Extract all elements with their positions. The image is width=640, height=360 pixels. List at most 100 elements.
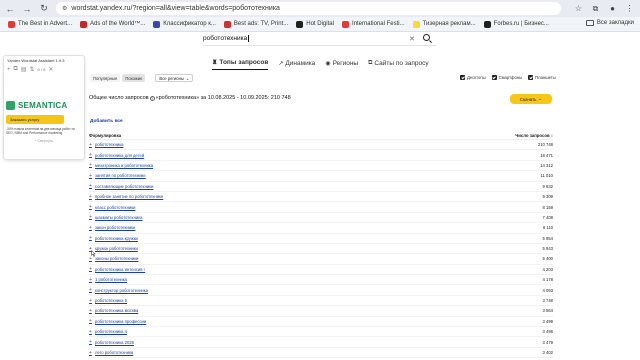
reload-icon[interactable]: ↻ — [37, 2, 51, 16]
add-phrase-icon[interactable]: + — [89, 162, 92, 168]
device-checkbox[interactable]: Планшеты — [528, 75, 556, 80]
phrase-link[interactable]: робототехника кружки — [95, 236, 138, 241]
bookmark-label: Тизерная реклам... — [422, 21, 476, 27]
phrase-link[interactable]: занятия по робототехнике — [95, 173, 146, 178]
phrase-link[interactable]: кружок робототехники — [95, 246, 138, 251]
all-bookmarks-label: Все закладки — [596, 20, 634, 26]
bookmark-item[interactable]: International Festi... — [341, 20, 405, 28]
bookmark-item[interactable]: Классификатор к... — [153, 20, 216, 28]
device-checkbox[interactable]: Десктопы — [460, 75, 486, 80]
tab-item[interactable]: ↗ Динамика — [278, 58, 315, 70]
add-phrase-icon[interactable]: + — [89, 318, 92, 324]
extensions-icon[interactable]: ⧉ — [589, 2, 602, 15]
menu-icon[interactable]: ⋮ — [623, 2, 636, 15]
phrase-link[interactable]: робототехника для детей — [95, 153, 144, 158]
count-cell: 3 498 — [542, 329, 553, 335]
add-phrase-icon[interactable]: + — [89, 287, 92, 293]
phrase-cell: + законы робототехники — [89, 256, 138, 262]
tab-label: Топы запросов — [219, 59, 269, 66]
phrase-link[interactable]: робототехника — [95, 142, 124, 147]
star-icon[interactable]: ☆ — [572, 2, 585, 15]
semantica-ad[interactable]: SEMANTICA Заказать услугу -30% новым кли… — [6, 101, 82, 156]
ad-description: -30% новым клиентам на две месяца работ … — [6, 127, 76, 135]
count-cell: 4 093 — [542, 287, 553, 293]
help-icon[interactable]: ? — [149, 95, 155, 101]
tab-label: Сайты по запросу — [374, 59, 429, 67]
add-phrase-icon[interactable]: + — [89, 173, 92, 179]
bookmark-item[interactable]: Hot Digital — [296, 20, 334, 28]
table-row: + робототехника профессии 3 499 — [89, 317, 553, 328]
search-icon[interactable] — [423, 34, 430, 41]
popular-filter[interactable]: Популярные — [90, 74, 121, 82]
add-icon[interactable]: + — [7, 67, 11, 73]
add-phrase-icon[interactable]: + — [89, 329, 92, 335]
region-select[interactable]: Все регионы ⌄ — [155, 74, 194, 82]
tab-item[interactable]: ◉ Регионы — [325, 58, 358, 70]
add-phrase-icon[interactable]: + — [89, 266, 92, 272]
bookmark-item[interactable]: Forbes.ru | Бизнес... — [483, 20, 549, 28]
sort-icon[interactable]: ⇅ — [29, 66, 34, 73]
col-count-header[interactable]: Число запросов ↕ — [515, 133, 553, 139]
phrase-link[interactable]: робототехника 4 — [95, 329, 127, 334]
bookmark-item[interactable]: Тизерная реклам... — [412, 20, 476, 28]
bookmark-item[interactable]: Best ads: TV, Print... — [223, 20, 288, 28]
table-row: + класс робототехники 8 159 — [89, 202, 553, 213]
add-phrase-icon[interactable]: + — [89, 350, 92, 356]
forward-icon[interactable]: → — [20, 2, 34, 16]
add-phrase-icon[interactable]: + — [89, 277, 92, 283]
add-phrase-icon[interactable]: + — [89, 152, 92, 158]
phrase-link[interactable]: конструктор робототехника — [95, 288, 148, 293]
phrase-link[interactable]: законы робототехники — [95, 256, 138, 261]
phrase-link[interactable]: составляющие робототехники — [95, 184, 153, 189]
add-phrase-icon[interactable]: + — [89, 308, 92, 314]
add-phrase-icon[interactable]: + — [89, 298, 92, 304]
add-phrase-icon[interactable]: + — [89, 183, 92, 189]
add-phrase-icon[interactable]: + — [89, 142, 92, 148]
device-label: Смартфоны — [498, 75, 523, 80]
phrase-link[interactable]: робототехника профессии — [95, 319, 146, 324]
site-info-icon[interactable]: ⚙ — [62, 5, 67, 12]
add-phrase-icon[interactable]: + — [89, 204, 92, 210]
tab-item[interactable]: ⧉ Сайты по запросу — [368, 58, 429, 70]
bookmark-item[interactable]: The Best in Advert... — [8, 20, 72, 28]
phrase-link[interactable]: лего робототехника — [95, 350, 133, 355]
add-phrase-icon[interactable]: + — [89, 235, 92, 241]
phrase-link[interactable]: робототехника москва — [95, 308, 138, 313]
add-phrase-icon[interactable]: + — [89, 214, 92, 220]
copy-icon[interactable]: ⧉ — [14, 66, 18, 73]
phrase-link[interactable]: закон робототехники — [95, 225, 135, 230]
add-phrase-icon[interactable]: + — [89, 194, 92, 200]
download-button[interactable]: Скачать ⌄ — [510, 94, 552, 104]
search-input[interactable]: робототехника ✕ — [203, 32, 436, 46]
device-checkbox[interactable]: Смартфоны — [491, 75, 523, 80]
order-service-button[interactable]: Заказать услугу — [6, 115, 64, 124]
phrase-cell: + занятия по робототехнике — [89, 173, 146, 179]
phrase-link[interactable]: мехатроника и робототехника — [95, 163, 153, 168]
phrase-link[interactable]: робототехника интенсив г — [95, 267, 145, 272]
phrase-link[interactable]: 1 робототехника — [95, 277, 127, 282]
bookmark-item[interactable]: Ads of the World™... — [80, 20, 145, 28]
back-icon[interactable]: ← — [3, 2, 17, 16]
clear-icon[interactable]: ✕ — [409, 35, 415, 43]
phrase-link[interactable]: робототехника 5 — [95, 298, 127, 303]
add-all-link[interactable]: Добавить все — [90, 119, 123, 124]
add-phrase-icon[interactable]: + — [89, 339, 92, 345]
phrase-link[interactable]: шахматы робототехника — [95, 215, 143, 220]
phrase-link[interactable]: класс робототехники — [95, 205, 135, 210]
summary-prefix: Общее число запросов — [89, 95, 149, 101]
close-icon[interactable]: ✕ — [48, 66, 53, 73]
profile-icon[interactable]: ● — [606, 2, 619, 15]
phrase-link[interactable]: пробное занятие по робототехнике — [95, 194, 163, 199]
phrase-link[interactable]: робототехника 2025 — [95, 340, 134, 345]
clipboard-icon[interactable]: ▤ — [21, 66, 27, 73]
counter: 0 / 0 — [37, 67, 46, 72]
phrase-cell: + пробное занятие по робототехнике — [89, 194, 163, 200]
phrase-cell: + шахматы робототехника — [89, 214, 143, 220]
collapse-link[interactable]: ↑ Свернуть — [6, 139, 82, 143]
tab-item[interactable]: ♜ Топы запросов — [212, 58, 269, 70]
all-bookmarks[interactable]: Все закладки — [585, 20, 634, 26]
similar-filter[interactable]: Похожие — [122, 74, 146, 82]
address-bar[interactable]: ⚙ wordstat.yandex.ru/?region=all&view=ta… — [56, 2, 561, 15]
add-phrase-icon[interactable]: + — [89, 225, 92, 231]
extension-title: Yandex Wordstat Assistant 1.9.3 — [7, 58, 65, 63]
